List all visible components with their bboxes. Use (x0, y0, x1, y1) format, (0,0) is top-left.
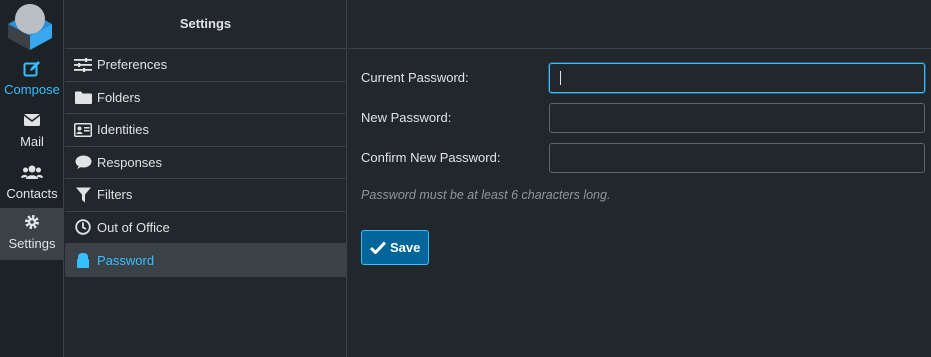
content-header (348, 0, 931, 49)
password-hint: Password must be at least 6 characters l… (361, 188, 611, 202)
task-menu: Compose Mail Contacts Settings (0, 0, 64, 357)
gear-icon (0, 214, 64, 236)
settings-item-label: Password (97, 252, 155, 268)
filter-icon (73, 187, 93, 203)
compose-button[interactable]: Compose (0, 54, 64, 106)
settings-item-label: Filters (97, 187, 133, 203)
current-password-row: Current Password: (361, 63, 926, 93)
confirm-password-row: Confirm New Password: (361, 143, 926, 173)
current-password-input[interactable] (549, 63, 925, 93)
contacts-button[interactable]: Contacts (0, 158, 64, 210)
save-label: Save (390, 240, 421, 255)
settings-item-out-of-office[interactable]: Out of Office (65, 212, 346, 244)
mail-button[interactable]: Mail (0, 106, 64, 158)
settings-item-responses[interactable]: Responses (65, 147, 346, 179)
mail-label: Mail (20, 134, 44, 149)
password-form-panel: Current Password: New Password: Confirm … (348, 0, 931, 357)
new-password-label: New Password: (361, 110, 452, 125)
app-logo (6, 2, 54, 50)
save-button[interactable]: Save (361, 230, 429, 265)
envelope-icon (0, 112, 64, 134)
text-caret (560, 71, 561, 85)
settings-list-title: Settings (65, 0, 346, 49)
settings-label: Settings (8, 236, 56, 251)
folder-icon (73, 89, 93, 105)
users-icon (0, 164, 64, 186)
new-password-input[interactable] (549, 103, 925, 133)
settings-item-folders[interactable]: Folders (65, 82, 346, 114)
settings-item-label: Preferences (97, 57, 168, 73)
sliders-icon (73, 57, 93, 73)
settings-item-password[interactable]: Password (65, 244, 346, 277)
confirm-password-label: Confirm New Password: (361, 150, 501, 165)
settings-item-preferences[interactable]: Preferences (65, 49, 346, 82)
comment-icon (73, 154, 93, 170)
compose-icon (0, 60, 64, 82)
current-password-label: Current Password: (361, 70, 469, 85)
confirm-password-input[interactable] (549, 143, 925, 173)
id-card-icon (73, 122, 93, 138)
settings-list: Settings Preferences Folders Identities … (65, 0, 347, 357)
settings-button[interactable]: Settings (0, 208, 64, 260)
lock-icon (73, 252, 93, 269)
clock-icon (73, 219, 93, 235)
settings-item-label: Out of Office (97, 219, 170, 235)
settings-item-filters[interactable]: Filters (65, 179, 346, 212)
settings-item-label: Folders (97, 89, 141, 105)
checkmark-icon (370, 241, 386, 254)
settings-item-label: Responses (97, 154, 163, 170)
new-password-row: New Password: (361, 103, 926, 133)
settings-item-identities[interactable]: Identities (65, 114, 346, 147)
compose-label: Compose (4, 82, 60, 97)
settings-item-label: Identities (97, 122, 150, 138)
contacts-label: Contacts (6, 186, 58, 201)
